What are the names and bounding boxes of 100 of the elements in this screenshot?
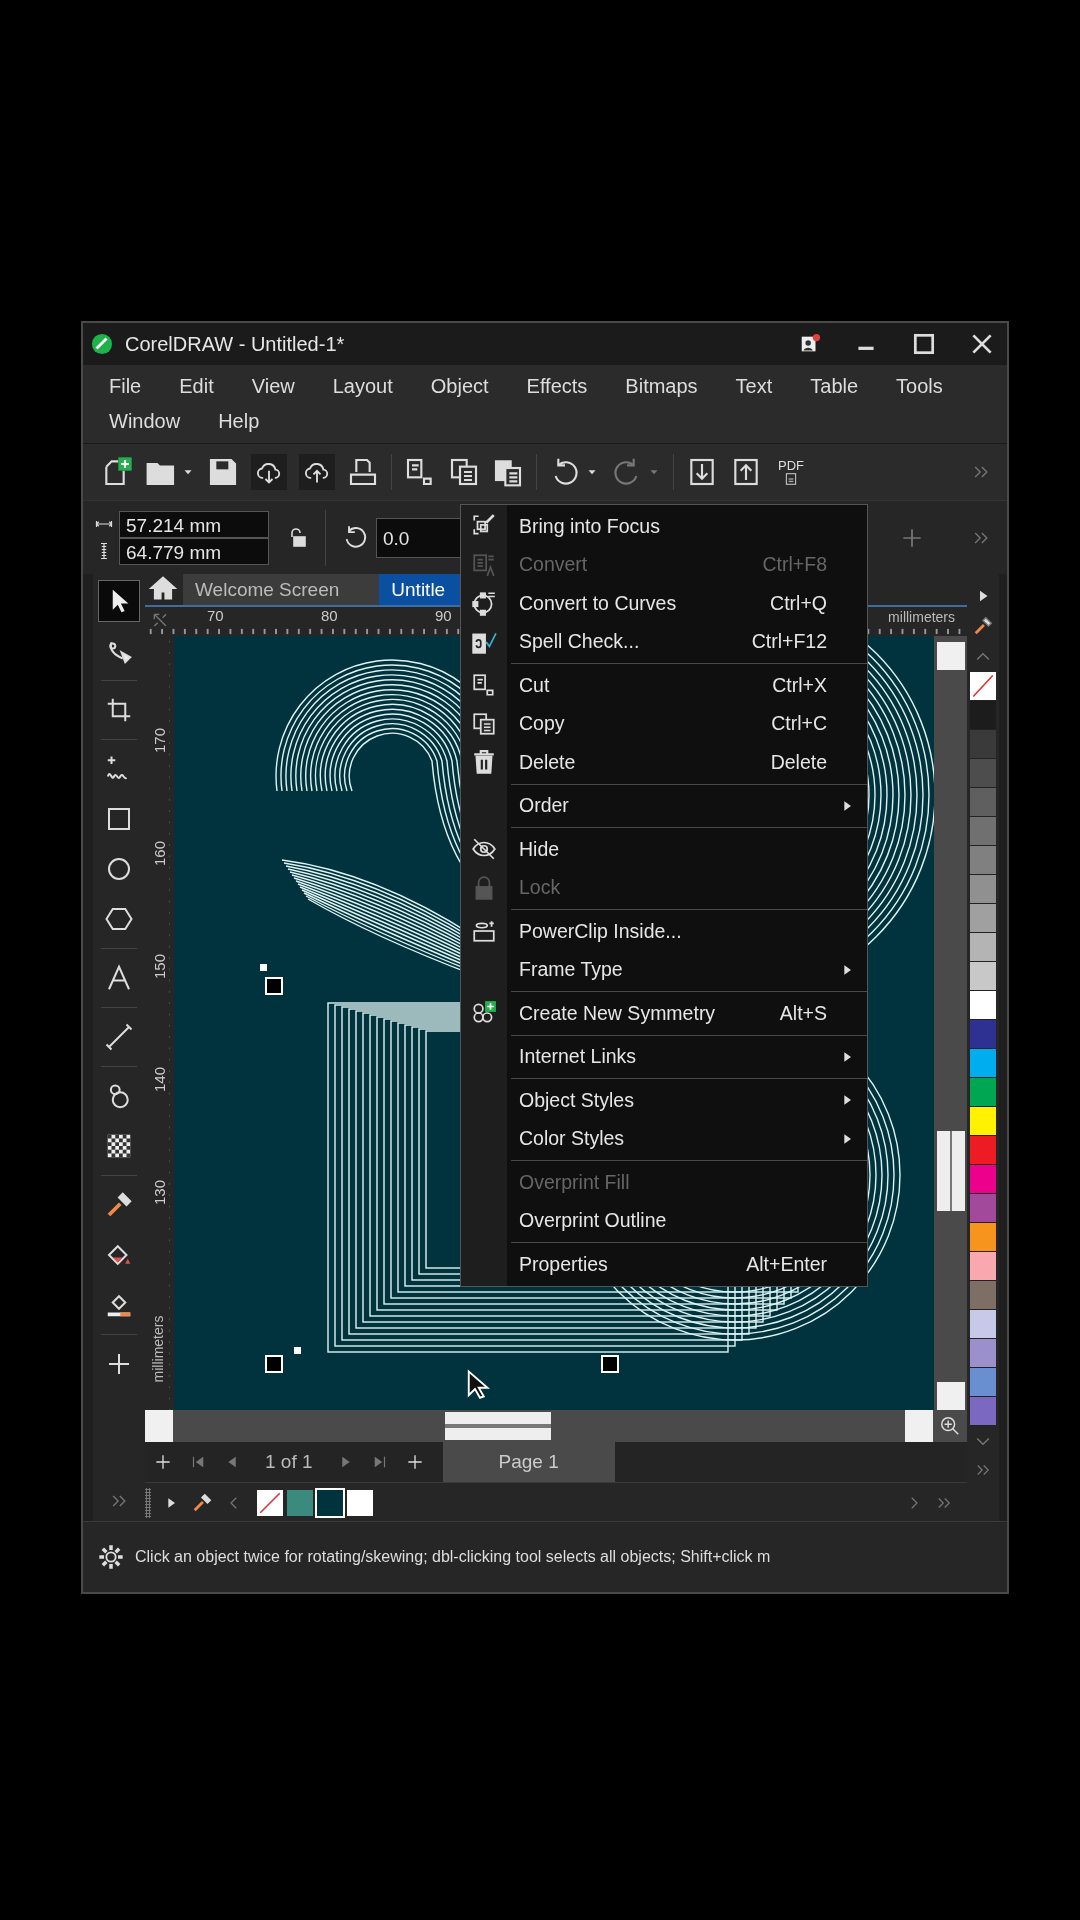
ruler-unit: millimeters — [888, 609, 955, 625]
color-swatch[interactable] — [970, 904, 996, 933]
rotation-marker[interactable] — [260, 964, 267, 971]
menu-item[interactable]: Color Styles — [461, 1119, 867, 1158]
menu-item[interactable]: Effects — [526, 375, 588, 398]
page-tab[interactable]: Page 1 — [442, 1442, 615, 1482]
menu-item[interactable]: Spell Check... Ctrl+F12 — [461, 622, 867, 661]
color-swatch[interactable] — [345, 1487, 375, 1518]
menu-item[interactable]: Window — [109, 410, 181, 433]
scrollbar-end[interactable] — [936, 1382, 965, 1410]
menu-item[interactable]: Copy Ctrl+C — [461, 704, 867, 743]
color-swatch[interactable] — [970, 1136, 996, 1165]
scrollbar-end[interactable] — [905, 1410, 933, 1442]
menu-item[interactable]: Object — [430, 375, 489, 398]
color-swatch[interactable] — [970, 1107, 996, 1136]
maximize-icon[interactable] — [911, 331, 937, 357]
height-field[interactable]: 64.779 mm — [119, 537, 269, 565]
menu-item[interactable]: Text — [735, 375, 773, 398]
no-color-swatch[interactable] — [970, 672, 996, 701]
menu-item[interactable]: Frame Type — [461, 950, 867, 989]
menu-item[interactable]: Internet Links — [461, 1037, 867, 1076]
shortcut-label: Alt+Enter — [746, 1252, 827, 1276]
color-swatch[interactable] — [970, 962, 996, 991]
menu-item[interactable]: Edit — [179, 375, 214, 398]
color-swatch[interactable] — [970, 1020, 996, 1049]
color-swatch[interactable] — [970, 701, 996, 730]
color-swatch[interactable] — [970, 1281, 996, 1310]
shortcut-label: Ctrl+Q — [770, 591, 827, 615]
zoom-icon[interactable] — [939, 1415, 961, 1437]
document-icon — [471, 672, 497, 699]
selection-handle[interactable] — [601, 1355, 619, 1373]
menu-item[interactable]: View — [251, 375, 295, 398]
plus-icon[interactable] — [153, 1452, 173, 1472]
curve-nodes-icon — [471, 590, 497, 617]
width-field[interactable]: 57.214 mm — [119, 510, 269, 538]
text-frame-icon — [471, 551, 497, 578]
color-swatch[interactable] — [970, 1310, 996, 1339]
page-counter: 1 of 1 — [265, 1451, 313, 1473]
selection-handle[interactable] — [265, 1355, 283, 1373]
scrollbar-end[interactable] — [145, 1410, 173, 1442]
cloud-upload-icon[interactable] — [299, 454, 335, 490]
menu-item[interactable]: Bitmaps — [625, 375, 698, 398]
home-icon[interactable] — [149, 574, 177, 602]
shortcut-label: Delete — [770, 750, 827, 774]
menu-item[interactable]: Properties Alt+Enter — [461, 1245, 867, 1284]
document-tab[interactable]: Welcome Screen — [183, 574, 380, 605]
color-swatch[interactable] — [970, 933, 996, 962]
color-swatch[interactable] — [970, 1397, 996, 1426]
menu-item[interactable]: Hide — [461, 830, 867, 869]
copy-icon[interactable] — [448, 456, 480, 488]
color-swatch[interactable] — [970, 1368, 996, 1397]
settings-icon[interactable] — [97, 1543, 125, 1571]
menu-item[interactable]: Help — [218, 410, 260, 433]
color-swatch[interactable] — [970, 1223, 996, 1252]
color-swatch[interactable] — [970, 1194, 996, 1223]
cloud-download-icon[interactable] — [251, 454, 287, 490]
no-color-swatch[interactable] — [255, 1487, 285, 1518]
shortcut-label: Ctrl+X — [772, 673, 827, 697]
color-swatch[interactable] — [970, 817, 996, 846]
menu-item[interactable]: Delete Delete — [461, 743, 867, 782]
menu-item[interactable]: Object Styles — [461, 1081, 867, 1120]
tool-button[interactable] — [98, 580, 140, 622]
scrollbar-thumb[interactable] — [936, 1131, 965, 1211]
eyedropper-icon[interactable] — [191, 1491, 213, 1514]
selection-handle[interactable] — [265, 977, 283, 995]
color-swatch[interactable] — [970, 1252, 996, 1281]
print-icon[interactable] — [347, 456, 379, 488]
scrollbar-thumb[interactable] — [445, 1412, 551, 1440]
rotation-marker[interactable] — [294, 1347, 301, 1354]
menu-item[interactable]: Create New Symmetry Alt+S — [461, 994, 867, 1033]
menu-item[interactable]: Tools — [896, 375, 943, 398]
color-swatch[interactable] — [970, 730, 996, 759]
scrollbar-end[interactable] — [936, 642, 965, 670]
color-swatch[interactable] — [970, 846, 996, 875]
menu-item[interactable]: File — [109, 375, 142, 398]
pdf-button[interactable]: PDF — [774, 458, 808, 486]
color-swatch[interactable] — [970, 1165, 996, 1194]
horizontal-scrollbar[interactable] — [145, 1410, 967, 1442]
page-icon — [784, 471, 798, 486]
line-tool-icon[interactable] — [104, 1022, 134, 1052]
vertical-scrollbar[interactable] — [934, 636, 967, 1410]
color-swatch[interactable] — [970, 1339, 996, 1368]
color-swatch[interactable] — [970, 875, 996, 904]
color-swatch[interactable] — [970, 991, 996, 1020]
menu-item[interactable]: Cut Ctrl+X — [461, 666, 867, 705]
save-icon[interactable] — [207, 456, 239, 488]
menu-item[interactable]: Overprint Outline — [461, 1201, 867, 1240]
menu-item[interactable]: Table — [810, 375, 859, 398]
color-swatch[interactable] — [970, 1078, 996, 1107]
eyedropper-icon[interactable] — [972, 615, 994, 637]
color-swatch[interactable] — [285, 1487, 315, 1518]
app-logo-icon — [91, 333, 113, 355]
menu-item[interactable]: Order — [461, 786, 867, 825]
color-swatch[interactable] — [970, 759, 996, 788]
shortcut-label: Alt+S — [779, 1001, 827, 1025]
color-swatch[interactable] — [970, 1049, 996, 1078]
color-swatch[interactable] — [970, 788, 996, 817]
window-title: CorelDRAW - Untitled-1* — [125, 332, 345, 356]
menu-item[interactable]: Layout — [332, 375, 393, 398]
menu-item[interactable]: PowerClip Inside... — [461, 912, 867, 951]
